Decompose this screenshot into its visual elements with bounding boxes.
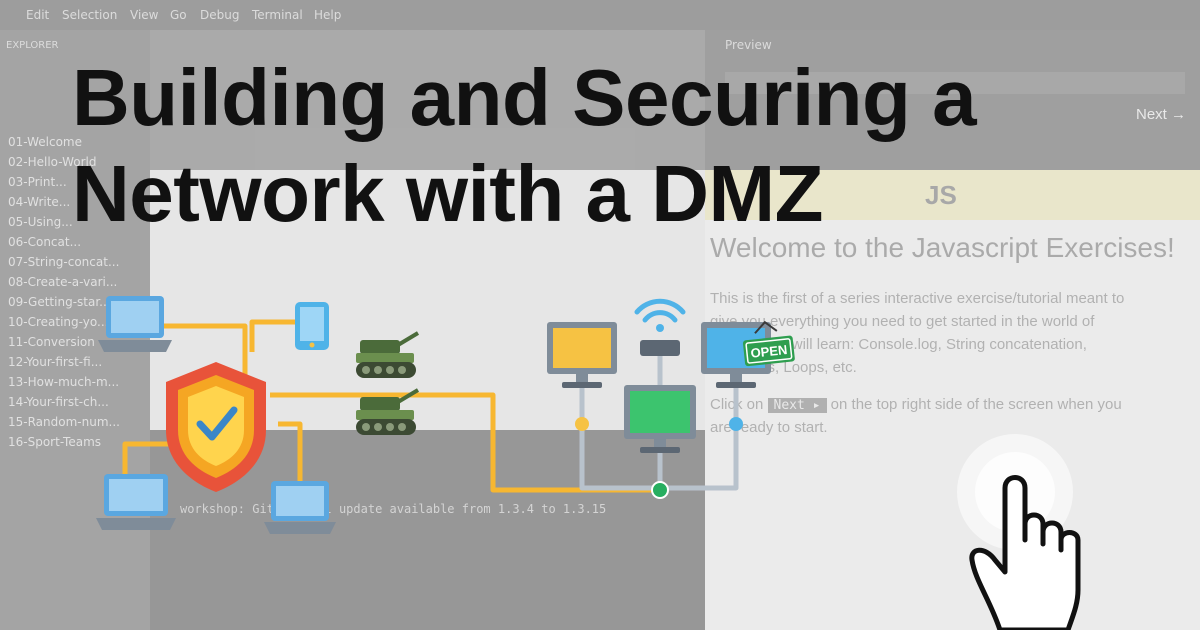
node-yellow xyxy=(575,417,589,431)
network-diagram: OPEN xyxy=(96,296,1081,630)
laptop-icon xyxy=(98,296,172,352)
node-blue xyxy=(729,417,743,431)
router-icon xyxy=(640,340,680,356)
tank-icon xyxy=(356,331,420,378)
shield-check-icon xyxy=(166,362,266,492)
laptop-icon xyxy=(96,474,176,530)
phone-icon xyxy=(295,302,329,350)
laptop-icon xyxy=(264,481,336,534)
wifi-dot xyxy=(656,324,664,332)
monitor-icon xyxy=(624,385,696,453)
wifi-icon xyxy=(634,298,686,323)
junction-node xyxy=(651,481,669,499)
monitor-icon xyxy=(547,322,617,388)
hand-pointer-icon xyxy=(957,434,1081,630)
